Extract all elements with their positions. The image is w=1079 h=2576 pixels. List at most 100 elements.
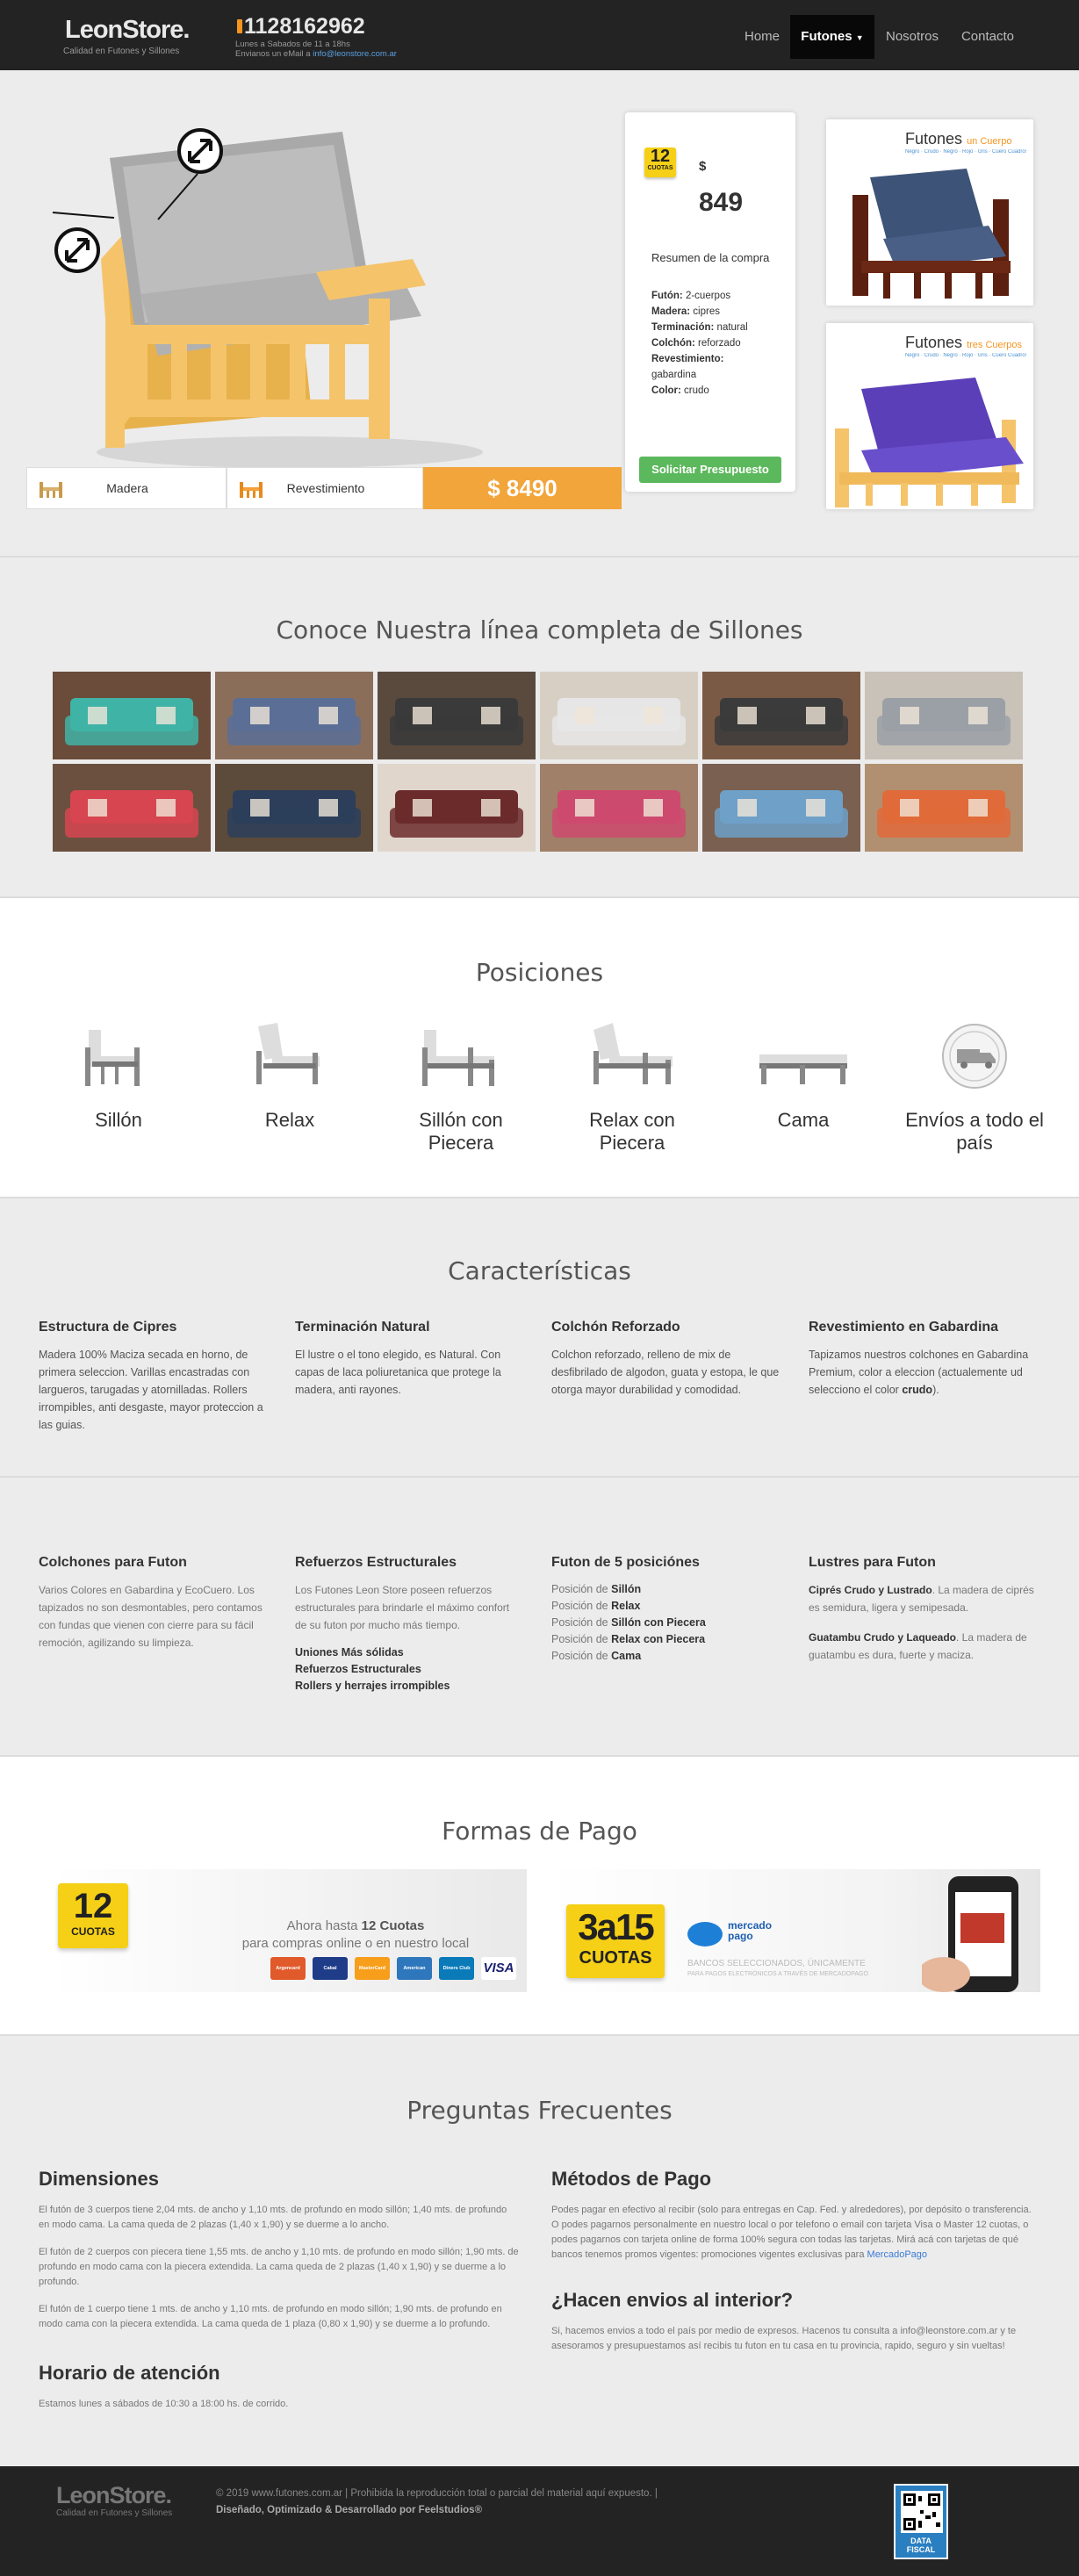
nav-futones[interactable]: Futones ▼ xyxy=(790,15,874,59)
futon-relax-icon xyxy=(242,1021,337,1096)
phone-number[interactable]: 1128162962 xyxy=(244,14,365,40)
divider xyxy=(0,1476,1079,1478)
sillon-thumbnail[interactable] xyxy=(865,764,1023,852)
feature-title: Colchones para Futon xyxy=(39,1555,187,1570)
promo-line-2: para compras online o en nuestro local xyxy=(241,1936,470,1951)
futon-relax-piecera-icon xyxy=(585,1021,680,1096)
faq-title: Dimensiones xyxy=(39,2168,159,2190)
faq-title: ¿Hacen envios al interior? xyxy=(551,2289,794,2311)
navbar: LeonStore. Calidad en Futones y Sillones… xyxy=(0,0,1079,70)
position-label: Sillón con Piecera xyxy=(419,1109,503,1154)
payments-section: Formas de Pago 12 CUOTAS Ahora hasta 12 … xyxy=(0,1757,1079,2034)
footer: LeonStore. Calidad en Futones y Sillones… xyxy=(0,2466,1079,2576)
section-title: Conoce Nuestra línea completa de Sillone… xyxy=(276,615,803,644)
feature-text: Los Futones Leon Store poseen refuerzos … xyxy=(295,1584,510,1631)
feature-text: El lustre o el tono elegido, es Natural.… xyxy=(295,1349,501,1396)
section-title: Formas de Pago xyxy=(442,1817,637,1846)
section-title: Características xyxy=(448,1256,631,1285)
position-label: Relax xyxy=(264,1109,315,1131)
faq-shipping: ¿Hacen envios al interior? Si, hacemos e… xyxy=(551,2289,1032,2366)
summary-line: Colchón: reforzado xyxy=(651,338,741,349)
faq-text: El futón de 3 cuerpos tiene 2,04 mts. de… xyxy=(39,2205,507,2230)
summary-title: Resumen de la compra xyxy=(651,251,770,264)
positions-section: Posiciones Sillón Relax Sillón con Piecera… xyxy=(0,898,1079,1197)
feature-title: Futon de 5 posiciónes xyxy=(551,1555,700,1570)
promo-line-1: Ahora hasta 12 Cuotas xyxy=(286,1918,425,1933)
mp-note-1: BANCOS SELECCIONADOS, ÚNICAMENTE xyxy=(687,1959,866,1968)
payment-banner-mercadopago: 3a15 CUOTAS mercado pago BANCOS SELECCIO… xyxy=(549,1869,1040,1992)
feature-text: Madera 100% Maciza secada en horno, de p… xyxy=(39,1349,263,1431)
feature-estructura: Estructura de Cipres Madera 100% Maciza … xyxy=(39,1320,267,1434)
sillon-thumbnail[interactable] xyxy=(215,672,373,759)
card-logo: VISA xyxy=(481,1957,516,1980)
position-list-item: Posición de Relax xyxy=(551,1600,641,1612)
nav-home[interactable]: Home xyxy=(733,15,791,59)
card-logo: Diners Club xyxy=(439,1957,474,1980)
position-list-item: Posición de Relax con Piecera xyxy=(551,1633,706,1645)
footer-logo[interactable]: LeonStore. xyxy=(56,2482,172,2509)
card-logo: Cabal xyxy=(313,1957,348,1980)
position-list-item: Posición de Sillón xyxy=(551,1583,642,1595)
data-fiscal-badge[interactable]: DATA FISCAL xyxy=(894,2484,948,2559)
nav-contacto[interactable]: Contacto xyxy=(950,15,1025,59)
features-section: Características Estructura de Cipres Mad… xyxy=(0,1198,1079,1755)
feature-text: Varios Colores en Gabardina y EcoCuero. … xyxy=(39,1584,263,1649)
faq-text: El futón de 1 cuerpo tiene 1 mts. de anc… xyxy=(39,2304,502,2329)
feature-terminacion: Terminación Natural El lustre o el tono … xyxy=(295,1320,523,1399)
section-title: Preguntas Frecuentes xyxy=(406,2096,673,2125)
sillon-thumbnail[interactable] xyxy=(865,672,1023,759)
card-logo: Argencard xyxy=(270,1957,306,1980)
installments-badge: 12 CUOTAS xyxy=(58,1883,128,1948)
price-button[interactable]: $ 8490 xyxy=(423,467,622,509)
installments-badge: 3a15 CUOTAS xyxy=(566,1904,665,1978)
card-logo: American Express xyxy=(397,1957,432,1980)
futon-sillon-piecera-icon xyxy=(414,1021,508,1096)
sillon-thumbnail[interactable] xyxy=(215,764,373,852)
product-card-tres-cuerpos[interactable]: Futones tres Cuerpos Negro · Crudo · Neg… xyxy=(826,323,1033,509)
sillones-gallery xyxy=(53,672,1027,856)
caret-down-icon: ▼ xyxy=(855,33,864,42)
feature-text: Tapizamos nuestros colchones en Gabardin… xyxy=(809,1349,1029,1396)
card-title: Futones tres Cuerpos xyxy=(905,334,1023,351)
option-revestimiento[interactable]: Revestimiento xyxy=(227,467,423,509)
summary-lines: Futón: 2-cuerpos Madera: cipres Terminació… xyxy=(651,288,783,399)
feature-title: Lustres para Futon xyxy=(809,1555,936,1570)
feature-colchon: Colchón Reforzado Colchon reforzado, rel… xyxy=(551,1320,780,1399)
sillon-thumbnail[interactable] xyxy=(378,672,536,759)
sillon-thumbnail[interactable] xyxy=(702,764,860,852)
card-logo: MasterCard xyxy=(355,1957,390,1980)
option-label: Madera xyxy=(106,481,148,495)
faq-payment-methods: Métodos de Pago Podes pagar en efectivo … xyxy=(551,2168,1032,2275)
brand-logo[interactable]: LeonStore. xyxy=(65,16,190,45)
sillon-thumbnail[interactable] xyxy=(53,672,211,759)
sillon-thumbnail[interactable] xyxy=(53,764,211,852)
qr-code-icon xyxy=(901,2491,943,2533)
sillon-thumbnail[interactable] xyxy=(540,672,698,759)
nav-nosotros[interactable]: Nosotros xyxy=(874,15,950,59)
email-link[interactable]: info@leonstore.com.ar xyxy=(313,49,397,59)
card-title: Futones un Cuerpo xyxy=(905,130,1012,148)
feature-bold-list: Uniones Más sólidas Refuerzos Estructura… xyxy=(295,1646,450,1692)
faq-text: El futón de 2 cuerpos con piecera tiene … xyxy=(39,2247,519,2287)
feature-text: Ciprés Crudo y Lustrado. La madera de ci… xyxy=(809,1584,1034,1614)
footer-credit[interactable]: Diseñado, Optimizado & Desarrollado por … xyxy=(216,2505,482,2515)
option-label: Revestimiento xyxy=(286,481,365,495)
sillon-thumbnail[interactable] xyxy=(702,672,860,759)
summary-line: Color: crudo xyxy=(651,385,709,396)
sillon-thumbnail[interactable] xyxy=(540,764,698,852)
contact-email: Envianos un eMail a info@leonstore.com.a… xyxy=(235,49,397,59)
payment-banner-12-cuotas: 12 CUOTAS Ahora hasta 12 Cuotas para com… xyxy=(53,1869,527,1992)
mercadopago-link[interactable]: MercadoPago xyxy=(867,2249,928,2260)
futon-product-image xyxy=(52,128,483,468)
smartphone-image xyxy=(922,1876,1018,1992)
feature-refuerzos: Refuerzos Estructurales Los Futones Leon… xyxy=(295,1555,523,1695)
feature-revestimiento: Revestimiento en Gabardina Tapizamos nue… xyxy=(809,1320,1037,1399)
feature-positions-list: Posición de Sillón Posición de Relax Posic… xyxy=(551,1581,780,1665)
option-madera[interactable]: Madera xyxy=(26,467,227,509)
sillon-thumbnail[interactable] xyxy=(378,764,536,852)
faq-text: Podes pagar en efectivo al recibir (solo… xyxy=(551,2205,1032,2260)
request-quote-button[interactable]: Solicitar Presupuesto xyxy=(639,457,781,483)
card-subtitle: Negro · Crudo · Negro · Rojo · Gris · Cu… xyxy=(905,149,1026,155)
position-label: Sillón xyxy=(95,1109,142,1131)
product-card-un-cuerpo[interactable]: Futones un Cuerpo Negro · Crudo · Negro … xyxy=(826,119,1033,306)
